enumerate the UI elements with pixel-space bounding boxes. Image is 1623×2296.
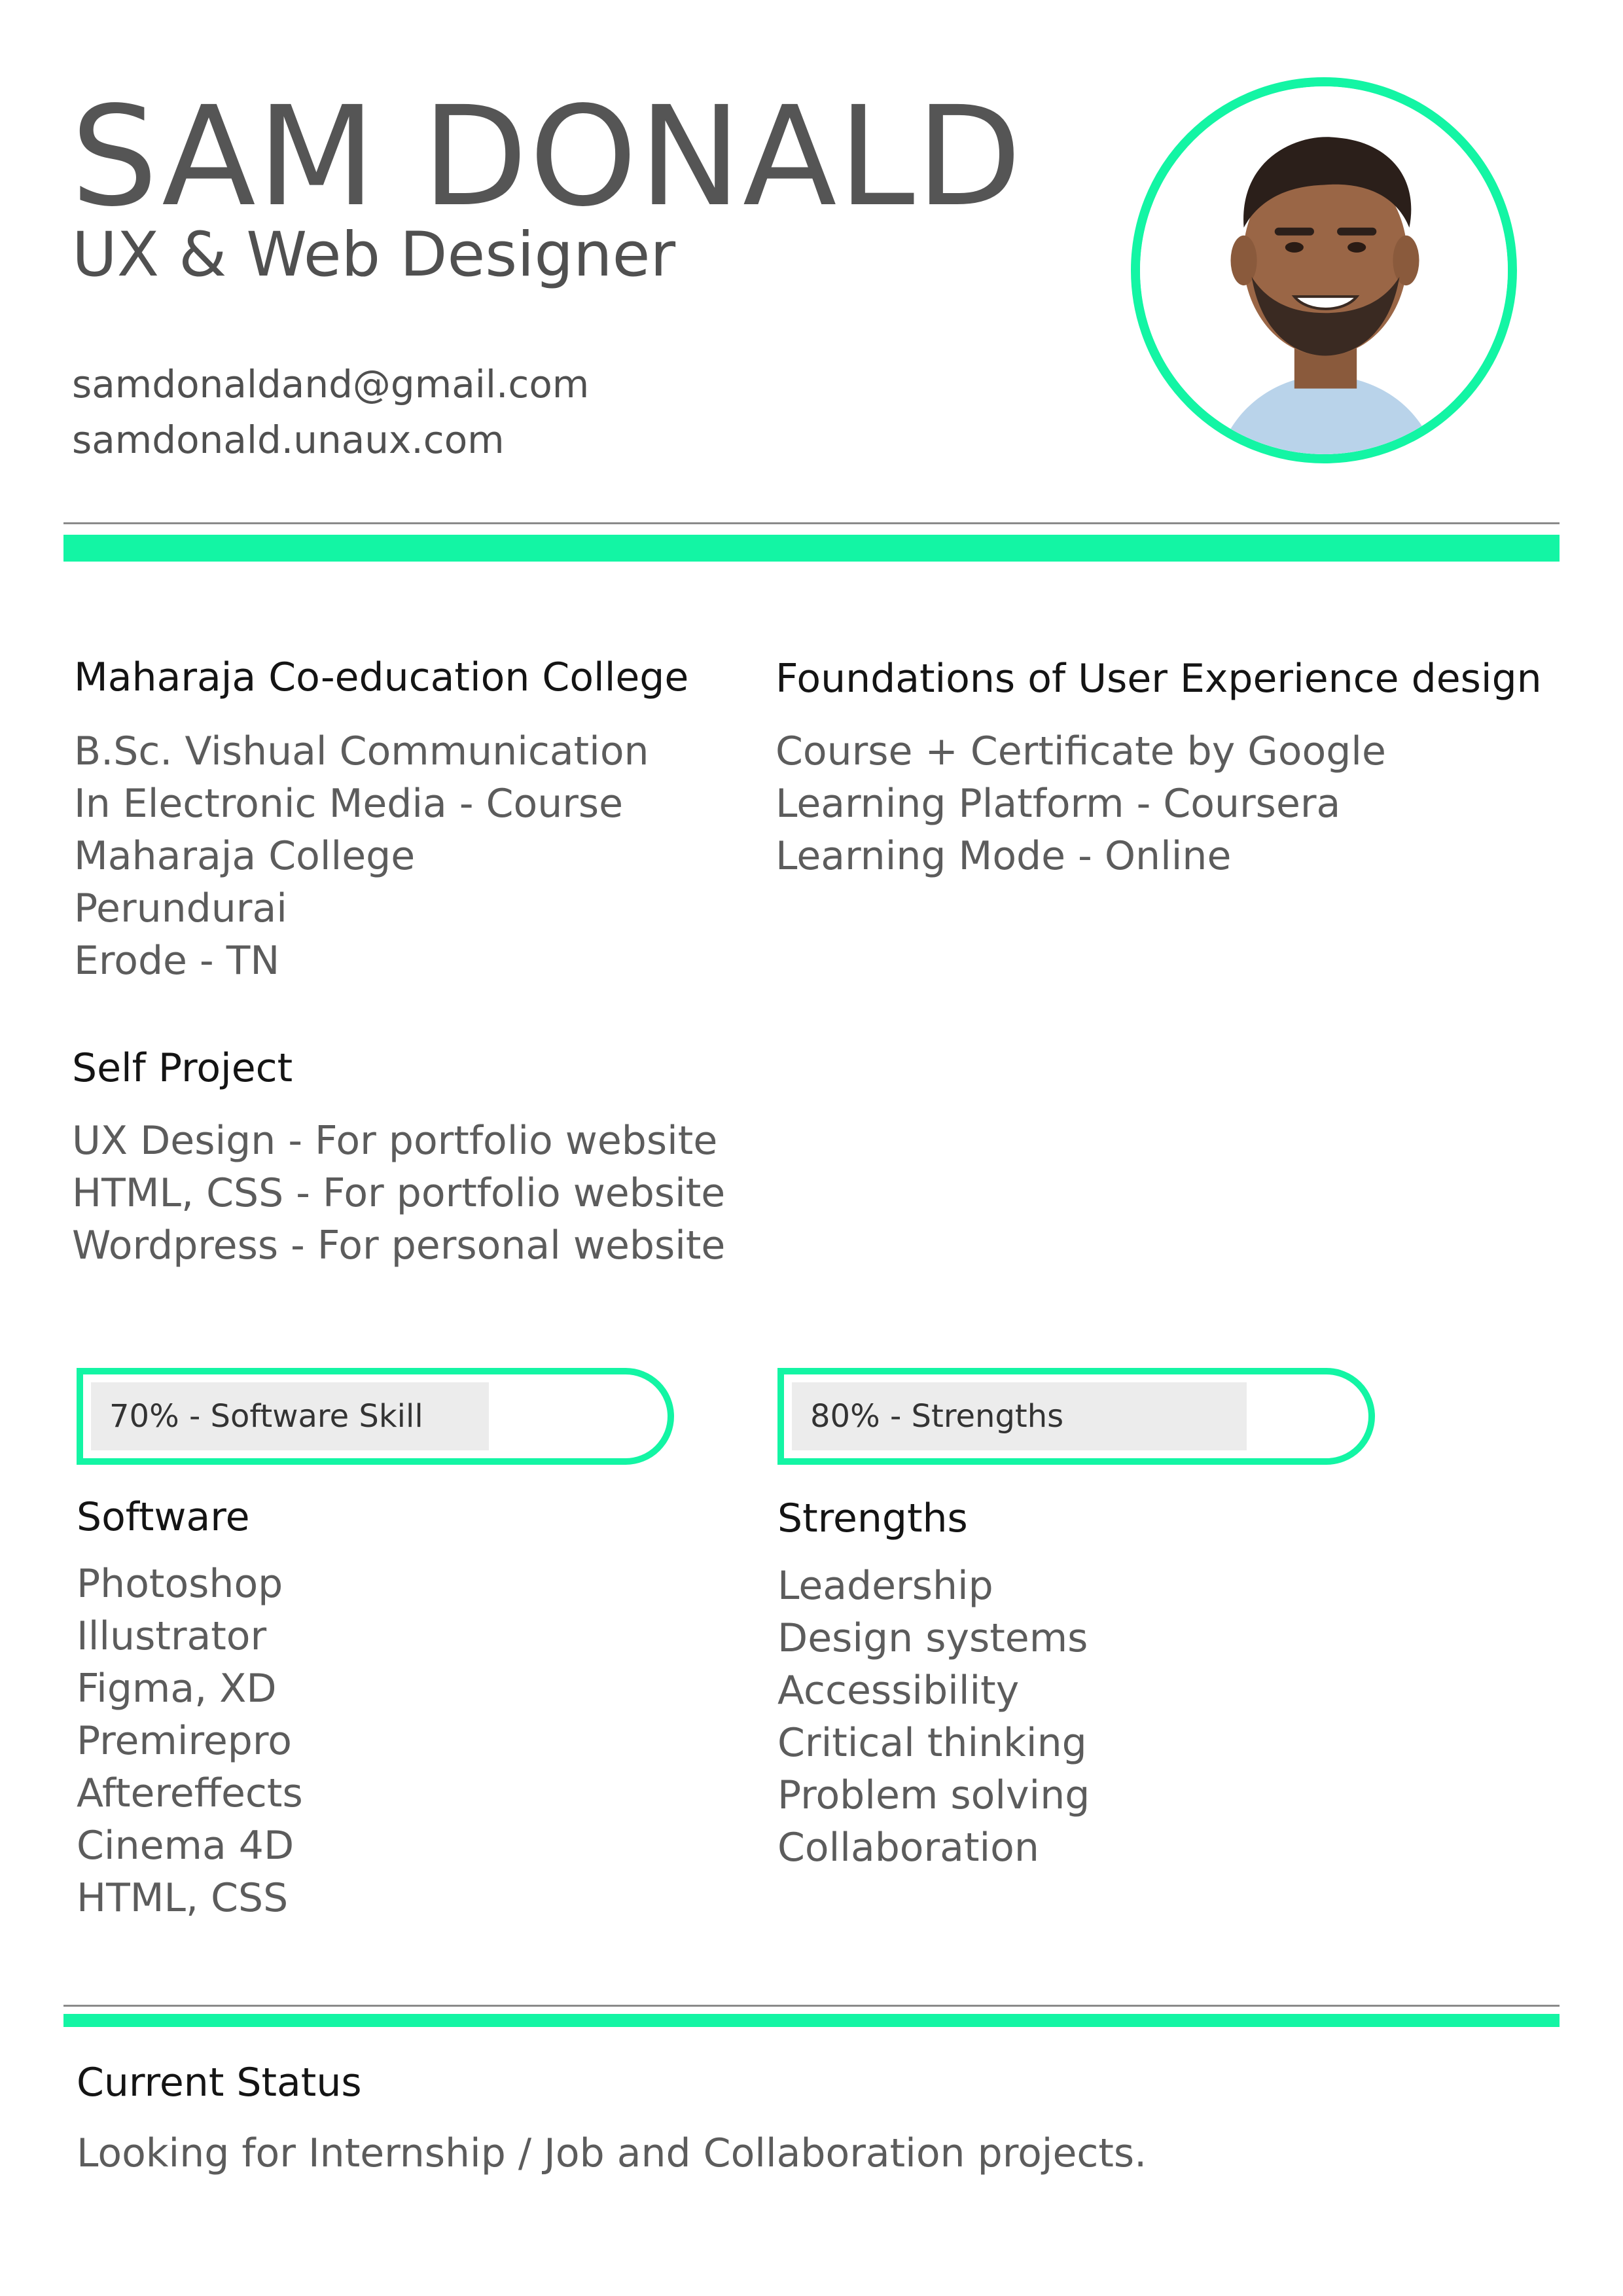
strengths-heading: Strengths	[777, 1496, 968, 1541]
divider-accent-bottom	[63, 2014, 1560, 2027]
strengths-list: Leadership Design systems Accessibility …	[777, 1560, 1090, 1874]
software-skill-label: 70% - Software Skill	[109, 1398, 423, 1435]
email-text: samdonaldand@gmail.com	[72, 362, 590, 406]
strengths-item: Collaboration	[777, 1825, 1039, 1871]
software-item: Figma, XD	[77, 1666, 277, 1712]
strengths-label: 80% - Strengths	[810, 1398, 1064, 1435]
software-skill-bar: 70% - Software Skill	[77, 1368, 674, 1465]
software-item: Cinema 4D	[77, 1823, 294, 1869]
status-heading: Current Status	[77, 2060, 362, 2106]
resume-name: SAM DONALD	[71, 77, 1024, 237]
course-line: Learning Mode - Online	[776, 833, 1232, 879]
strengths-item: Accessibility	[777, 1668, 1020, 1713]
profile-photo	[1131, 77, 1517, 463]
profile-photo-illustration	[1140, 86, 1508, 454]
education-line: Erode - TN	[74, 938, 280, 984]
education-details: B.Sc. Vishual Communication In Electroni…	[74, 725, 649, 987]
strengths-item: Problem solving	[777, 1772, 1090, 1818]
divider-thin-bottom	[63, 2005, 1560, 2007]
strengths-item: Design systems	[777, 1615, 1088, 1661]
status-text: Looking for Internship / Job and Collabo…	[77, 2130, 1147, 2176]
website-text: samdonald.unaux.com	[72, 418, 505, 462]
self-project-line: UX Design - For portfolio website	[72, 1118, 718, 1164]
software-item: Aftereffects	[77, 1770, 303, 1816]
software-item: Premirepro	[77, 1718, 292, 1764]
software-item: Photoshop	[77, 1561, 283, 1607]
education-line: B.Sc. Vishual Communication	[74, 728, 649, 774]
divider-accent-top	[63, 535, 1560, 562]
strengths-bar: 80% - Strengths	[777, 1368, 1375, 1465]
education-heading: Maharaja Co-education College	[74, 655, 689, 700]
job-title: UX & Web Designer	[72, 219, 676, 291]
education-line: In Electronic Media - Course	[74, 781, 624, 827]
self-project-line: HTML, CSS - For portfolio website	[72, 1170, 726, 1216]
self-project-line: Wordpress - For personal website	[72, 1223, 726, 1268]
self-project-heading: Self Project	[72, 1045, 293, 1091]
course-details: Course + Certificate by Google Learning …	[776, 725, 1386, 882]
software-item: Illustrator	[77, 1613, 267, 1659]
divider-thin-top	[63, 522, 1560, 524]
software-heading: Software	[77, 1494, 250, 1540]
contact-block: samdonaldand@gmail.com samdonald.unaux.c…	[72, 357, 589, 468]
course-heading: Foundations of User Experience design	[776, 656, 1542, 702]
course-line: Learning Platform - Coursera	[776, 781, 1341, 827]
software-list: Photoshop Illustrator Figma, XD Premirep…	[77, 1558, 303, 1924]
strengths-item: Leadership	[777, 1563, 993, 1609]
self-project-details: UX Design - For portfolio website HTML, …	[72, 1115, 725, 1272]
software-item: HTML, CSS	[77, 1875, 289, 1921]
education-line: Maharaja College	[74, 833, 416, 879]
education-line: Perundurai	[74, 886, 287, 931]
course-line: Course + Certificate by Google	[776, 728, 1386, 774]
strengths-item: Critical thinking	[777, 1720, 1087, 1766]
